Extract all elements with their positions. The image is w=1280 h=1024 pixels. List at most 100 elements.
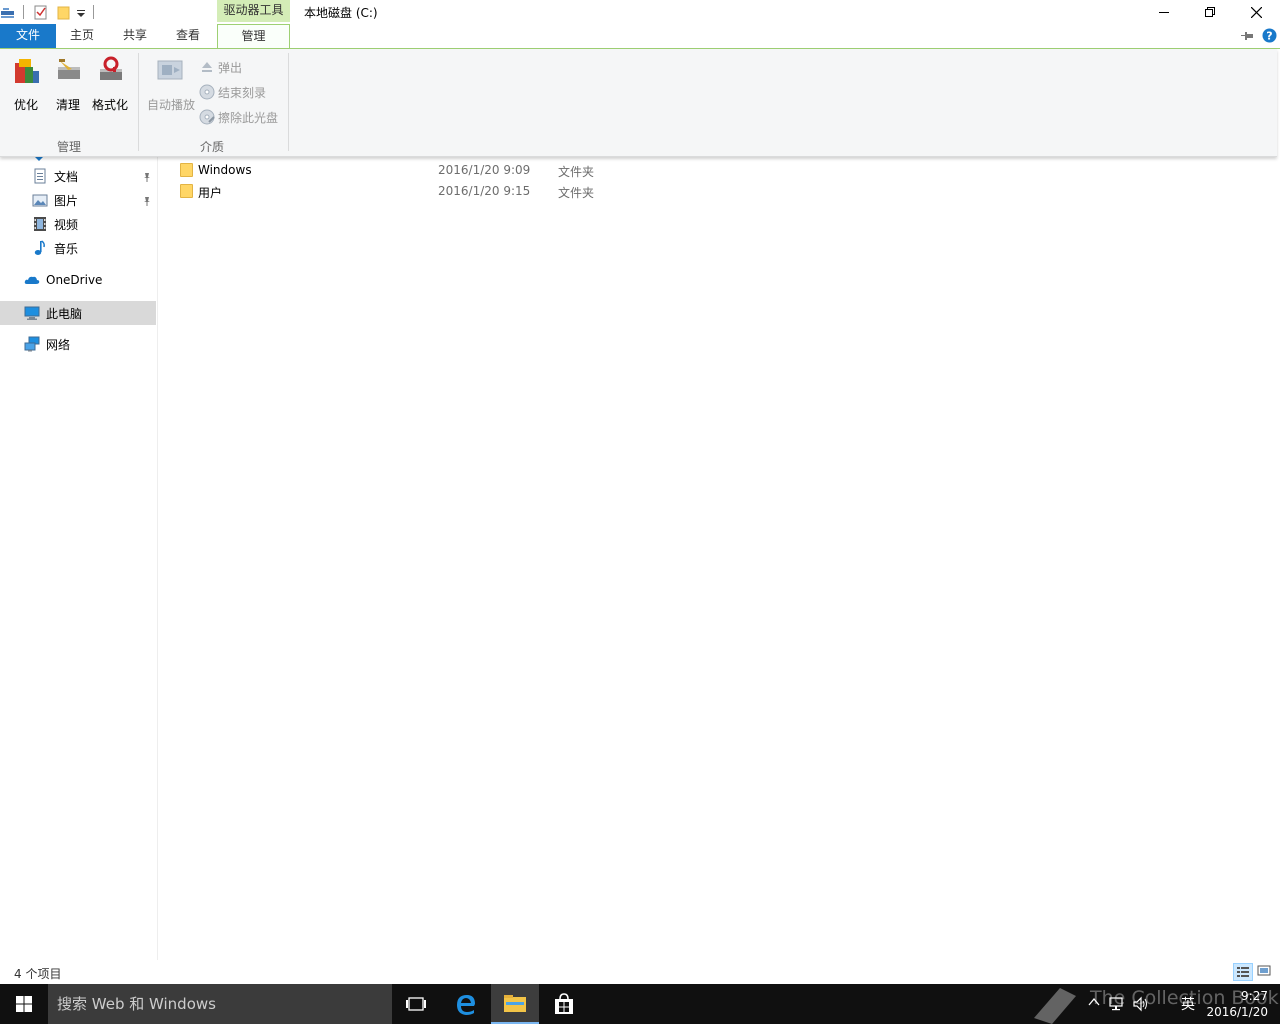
onedrive-icon (24, 276, 40, 284)
watermark-book-icon (1034, 988, 1076, 1024)
clock[interactable]: 9:27 2016/1/20 (1206, 988, 1268, 1020)
documents-icon (34, 168, 46, 184)
group-separator (138, 53, 139, 151)
taskbar: 搜索 Web 和 Windows The Collection Book 英 9… (0, 984, 1280, 1024)
nav-label-network: 网络 (46, 337, 71, 352)
minimize-icon (1159, 12, 1169, 13)
pin-icon[interactable] (142, 196, 152, 206)
restore-button[interactable] (1187, 0, 1233, 24)
ime-indicator[interactable]: 英 (1181, 994, 1195, 1014)
navigation-pane: 文档 图片 视频 音乐 OneDrive 此电脑 网络 (0, 157, 158, 960)
file-type: 文件夹 (558, 186, 595, 200)
this-pc-icon (24, 306, 40, 320)
group-label-manage: 管理 (56, 140, 81, 154)
group-label-media: 介质 (199, 140, 224, 154)
svg-text:?: ? (1266, 30, 1272, 43)
finish-burning-button[interactable]: 结束刻录 (199, 82, 266, 102)
details-view-button[interactable] (1233, 963, 1253, 981)
edge-browser-button[interactable] (442, 984, 490, 1024)
folder-icon (180, 184, 193, 198)
start-button[interactable] (0, 984, 48, 1024)
tab-share[interactable]: 共享 (111, 24, 159, 48)
optimize-button[interactable]: 优化 (5, 55, 47, 112)
finish-burning-label: 结束刻录 (218, 85, 267, 100)
cleanup-label: 清理 (55, 98, 80, 112)
tab-manage[interactable]: 管理 (217, 24, 290, 50)
pin-icon[interactable] (142, 172, 152, 182)
folder-icon (180, 163, 193, 177)
tab-file[interactable]: 文件 (0, 24, 56, 48)
eject-label: 弹出 (218, 60, 243, 75)
network-status-icon[interactable] (1108, 996, 1124, 1012)
format-button[interactable]: 格式化 (89, 55, 131, 112)
file-explorer-taskbar-button[interactable] (491, 984, 539, 1024)
window-title: 本地磁盘 (C:) (304, 6, 378, 20)
autoplay-label: 自动播放 (147, 98, 196, 112)
nav-label-this-pc: 此电脑 (46, 306, 83, 321)
edge-icon (457, 995, 475, 1015)
file-name: 用户 (198, 186, 223, 200)
restore-icon (1205, 7, 1215, 17)
tab-view[interactable]: 查看 (164, 24, 212, 48)
details-view-icon (1237, 967, 1249, 977)
cleanup-button[interactable]: 清理 (47, 55, 89, 112)
erase-disc-icon (199, 109, 215, 125)
format-label: 格式化 (91, 98, 128, 112)
minimize-button[interactable] (1141, 0, 1187, 24)
qat-dropdown-icon[interactable] (74, 4, 88, 20)
close-button[interactable] (1233, 0, 1279, 24)
clock-date: 2016/1/20 (1206, 1005, 1268, 1019)
task-view-icon (406, 997, 426, 1011)
erase-disc-button[interactable]: 擦除此光盘 (199, 107, 278, 127)
nav-item-music[interactable]: 音乐 (32, 236, 78, 260)
file-date: 2016/1/20 9:09 (438, 163, 531, 177)
file-date: 2016/1/20 9:15 (438, 184, 531, 198)
clock-time: 9:27 (1241, 989, 1268, 1003)
properties-icon[interactable] (0, 4, 16, 20)
large-icons-view-icon (1257, 965, 1271, 976)
optimize-icon (15, 59, 39, 83)
nav-item-documents[interactable]: 文档 (32, 164, 78, 188)
eject-icon (202, 62, 212, 72)
file-name: Windows (198, 163, 252, 177)
tab-home[interactable]: 主页 (58, 24, 106, 48)
nav-label-onedrive: OneDrive (46, 273, 103, 287)
nav-item-videos[interactable]: 视频 (32, 212, 78, 236)
help-icon[interactable]: ? (1262, 28, 1277, 43)
autoplay-button[interactable]: 自动播放 (147, 55, 196, 112)
nav-label-music: 音乐 (54, 241, 79, 256)
qat-separator (23, 5, 24, 19)
nav-item-onedrive[interactable]: OneDrive (24, 268, 102, 292)
ribbon-panel: 优化 清理 格式化 管理 自动播放 弹出 结束刻录 擦除此光盘 介质 (0, 49, 1277, 157)
scroll-up-indicator-icon (35, 157, 43, 161)
new-folder-icon[interactable] (56, 4, 72, 20)
optimize-label: 优化 (13, 98, 38, 112)
finish-burning-icon (199, 84, 215, 100)
windows-logo-icon (16, 996, 32, 1012)
network-icon (24, 336, 40, 352)
file-row[interactable]: Windows 2016/1/20 9:09 文件夹 (175, 160, 615, 181)
group-separator (288, 53, 289, 151)
volume-icon[interactable] (1132, 996, 1150, 1012)
nav-item-this-pc[interactable]: 此电脑 (24, 301, 82, 325)
nav-item-pictures[interactable]: 图片 (32, 188, 78, 212)
pictures-icon (32, 194, 48, 207)
nav-label-videos: 视频 (54, 217, 79, 232)
eject-button[interactable]: 弹出 (199, 57, 242, 77)
status-bar: 4 个项目 (0, 960, 1280, 984)
file-row[interactable]: 用户 2016/1/20 9:15 文件夹 (175, 181, 615, 202)
videos-icon (34, 217, 46, 231)
show-hidden-icons-chevron-icon[interactable] (1088, 997, 1100, 1007)
store-button[interactable] (540, 984, 588, 1024)
taskbar-search-box[interactable]: 搜索 Web 和 Windows (48, 984, 392, 1024)
check-properties-icon[interactable] (33, 4, 49, 20)
task-view-button[interactable] (392, 984, 440, 1024)
large-icons-view-button[interactable] (1255, 963, 1275, 981)
music-icon (34, 240, 45, 255)
format-drive-icon (100, 56, 122, 80)
drive-tools-context-label: 驱动器工具 (217, 0, 290, 22)
nav-item-network[interactable]: 网络 (24, 332, 70, 356)
title-bar: 驱动器工具 本地磁盘 (C:) (0, 0, 1280, 24)
pin-ribbon-icon[interactable] (1240, 30, 1254, 42)
nav-label-pictures: 图片 (54, 193, 79, 208)
